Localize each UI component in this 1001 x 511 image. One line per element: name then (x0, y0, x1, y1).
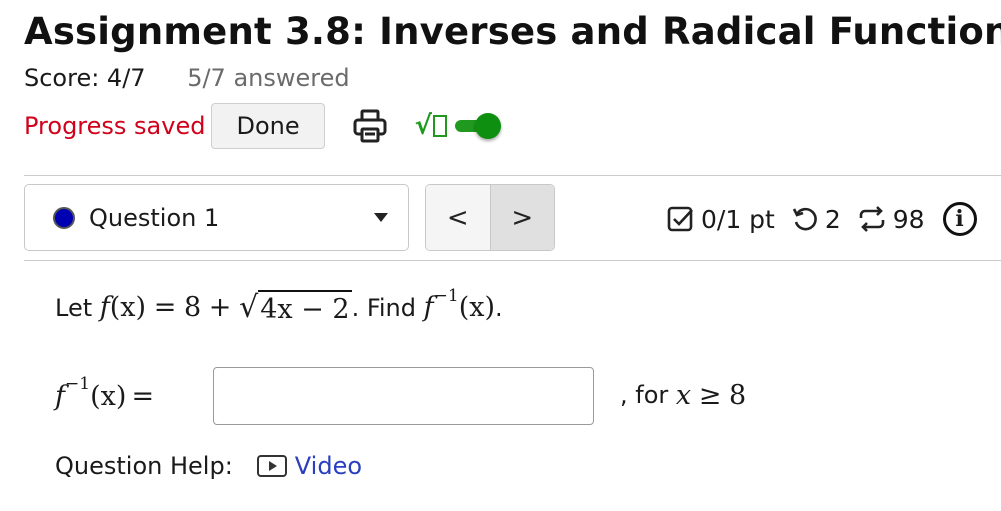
math-func: f (99, 292, 110, 323)
math-plus: + (208, 292, 232, 323)
question-status-dot (53, 206, 75, 229)
condition-op: ≥ (698, 379, 722, 411)
help-label: Question Help: (55, 452, 233, 480)
answer-equals: = (131, 380, 155, 412)
divider (24, 175, 1001, 176)
info-icon[interactable]: i (942, 202, 977, 236)
status-row: Progress saved Done √ (24, 102, 501, 150)
checkbox-icon (667, 205, 695, 233)
answer-exp: −1 (65, 374, 91, 394)
print-icon[interactable] (351, 107, 389, 145)
next-question-button[interactable]: > (489, 185, 554, 250)
score-text: Score: 4/7 (24, 64, 146, 92)
condition-value: 8 (729, 379, 747, 411)
math-constant: 8 (183, 292, 202, 323)
math-radical: √ 4x − 2 (239, 290, 352, 325)
math-radicand: 4x − 2 (258, 290, 352, 325)
math-inverse-arg: (x) (458, 292, 495, 323)
math-inverse-exp: −1 (433, 285, 459, 306)
answer-label: f −1 (x) = (55, 367, 154, 425)
answered-text: 5/7 answered (187, 64, 350, 92)
toggle-switch[interactable] (451, 113, 501, 139)
page-title: Assignment 3.8: Inverses and Radical Fun… (24, 10, 1001, 53)
video-link[interactable]: Video (256, 452, 363, 480)
math-arg: (x) (109, 292, 147, 323)
progress-status: Progress saved (24, 112, 206, 140)
problem-end: . (495, 293, 503, 322)
answer-condition: , for x ≥ 8 (620, 372, 746, 418)
question-nav-group: < > (425, 184, 555, 251)
retries-count: 2 (824, 204, 841, 234)
condition-var: x (675, 379, 692, 411)
condition-prefix: , for (620, 381, 669, 409)
regenerations-count: 98 (892, 204, 925, 234)
chevron-down-icon (374, 213, 388, 222)
retry-icon[interactable] (791, 205, 819, 233)
question-help: Question Help: Video (55, 452, 362, 480)
video-play-icon (256, 455, 287, 477)
divider (24, 260, 1001, 261)
math-equals: = (153, 292, 177, 323)
question-meta: 0/1 pt 2 98 i (667, 197, 977, 241)
question-selector[interactable]: Question 1 (24, 184, 409, 251)
points-text: 0/1 pt (701, 204, 775, 234)
problem-mid: . Find (351, 293, 416, 322)
sqrt-icon: √ (415, 111, 447, 141)
score-row: Score: 4/7 5/7 answered (24, 64, 350, 92)
previous-question-button[interactable]: < (426, 185, 490, 250)
done-button[interactable]: Done (211, 103, 325, 149)
video-link-label: Video (294, 452, 363, 480)
problem-prefix: Let (55, 293, 93, 322)
regenerate-icon[interactable] (857, 205, 887, 233)
answer-arg: (x) (90, 380, 127, 412)
question-selector-label: Question 1 (89, 203, 220, 232)
math-display-toggle[interactable]: √ (415, 111, 501, 141)
radical-sign: √ (239, 290, 259, 325)
math-inverse-func: f (423, 292, 434, 323)
answer-input[interactable] (213, 367, 594, 425)
problem-statement: Let f (x) = 8 + √ 4x − 2 . Find f −1 (x)… (55, 286, 503, 326)
answer-func: f (55, 380, 65, 412)
